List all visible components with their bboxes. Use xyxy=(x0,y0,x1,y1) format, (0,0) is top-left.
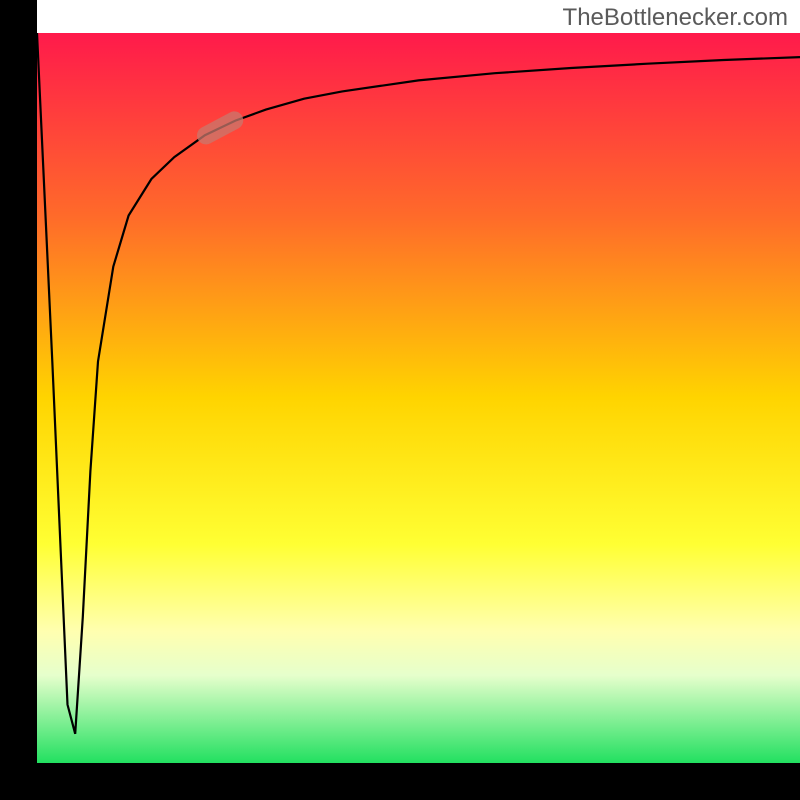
y-axis xyxy=(0,0,37,800)
chart-container: TheBottlenecker.com xyxy=(0,0,800,800)
bottleneck-chart xyxy=(0,0,800,800)
watermark-text: TheBottlenecker.com xyxy=(563,4,788,32)
x-axis xyxy=(0,763,800,800)
plot-background xyxy=(37,33,800,763)
